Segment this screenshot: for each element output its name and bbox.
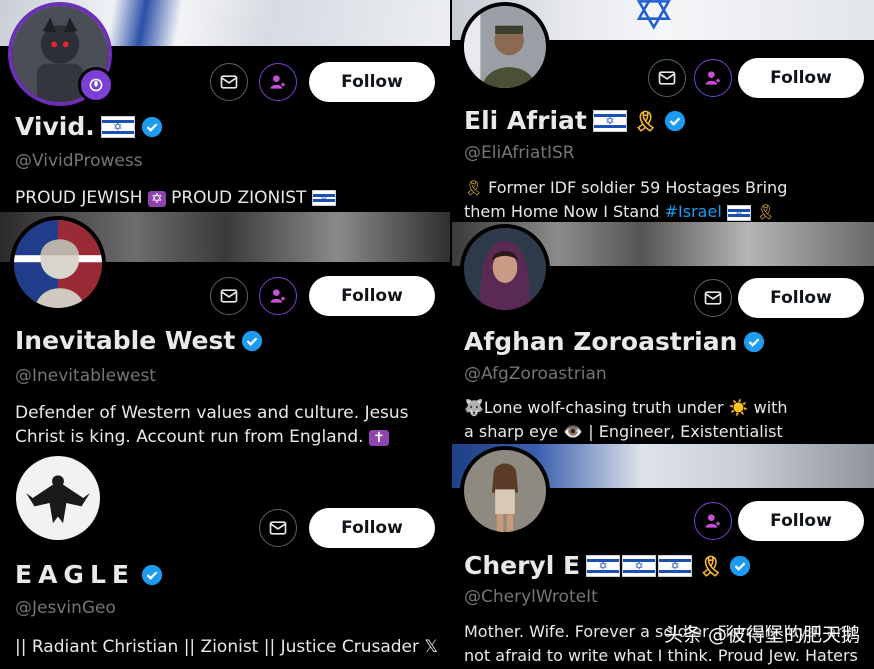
envelope-icon xyxy=(220,289,238,303)
person-star-icon xyxy=(705,514,721,528)
message-button[interactable] xyxy=(648,59,686,97)
bio-text: them Home Now I Stand xyxy=(464,202,665,221)
profile-avatar[interactable] xyxy=(460,2,550,92)
bio: 🎗 Former IDF soldier 59 Hostages Bring t… xyxy=(464,176,869,222)
verified-badge-icon xyxy=(141,116,163,138)
verified-badge-icon xyxy=(664,110,686,132)
verified-badge-icon xyxy=(141,564,163,586)
bio-text: not afraid to write what I think. Proud … xyxy=(464,646,858,665)
follow-button[interactable]: Follow xyxy=(738,278,864,318)
profile-card-afghan: Follow Afghan Zoroastrian @AfgZoroastria… xyxy=(452,222,874,444)
message-button[interactable] xyxy=(259,509,297,547)
israel-flag-icon: ✡ xyxy=(586,554,621,577)
profile-card-eli: ✡ Follow Eli Afriat ✡ 🎗 @EliAfriatISR 🎗 … xyxy=(452,0,874,222)
bio-text: Lone wolf-chasing truth under ☀️ with xyxy=(483,398,788,417)
display-name-text: Vivid. xyxy=(15,112,95,141)
yellow-ribbon-icon: 🎗 xyxy=(698,553,724,578)
handle: @VividProwess xyxy=(15,151,143,171)
profile-card-vivid: Follow Vivid. ✡ @VividProwess PROUD JEWI… xyxy=(0,0,450,212)
follow-button[interactable]: Follow xyxy=(738,501,864,541)
message-button[interactable] xyxy=(210,277,248,315)
spaces-badge xyxy=(78,67,114,103)
verified-badge-icon xyxy=(743,331,765,353)
yellow-ribbon-icon: 🎗 xyxy=(755,203,775,221)
bio: Defender of Western values and culture. … xyxy=(15,401,445,450)
handle: @Inevitablewest xyxy=(15,366,156,386)
display-name: Inevitable West xyxy=(15,326,263,355)
bio-text: Defender of Western values and culture. … xyxy=(15,403,409,423)
person-star-icon xyxy=(705,71,721,85)
message-button[interactable] xyxy=(210,63,248,101)
display-name-text: Inevitable West xyxy=(15,326,236,355)
bio: || Radiant Christian || Zionist || Justi… xyxy=(15,637,439,657)
display-name: Afghan Zoroastrian xyxy=(464,327,765,356)
bio-text: PROUD JEWISH xyxy=(15,188,148,208)
display-name: Cheryl E ✡ ✡ ✡ 🎗 xyxy=(464,551,751,580)
verified-badge-icon xyxy=(241,330,263,352)
envelope-icon xyxy=(658,71,676,85)
profile-avatar[interactable] xyxy=(460,446,550,536)
display-name-text: Eli Afriat xyxy=(464,106,587,135)
cross-icon: ✝ xyxy=(368,430,389,446)
profile-avatar[interactable] xyxy=(12,452,104,544)
israel-flag-icon: ✡ xyxy=(311,190,336,206)
envelope-icon xyxy=(269,521,287,535)
subscribe-button[interactable] xyxy=(259,63,297,101)
person-star-icon xyxy=(270,75,286,89)
follow-button[interactable]: Follow xyxy=(738,58,864,98)
israel-flag-icon: ✡ xyxy=(100,115,135,138)
envelope-icon xyxy=(704,291,722,305)
israel-flag-icon: ✡ xyxy=(726,204,751,221)
follow-button[interactable]: Follow xyxy=(309,62,435,102)
bio-text: a sharp eye 👁️ | Engineer, Existentialis… xyxy=(464,422,783,441)
yellow-ribbon-icon: 🎗 xyxy=(632,108,659,133)
display-name: EAGLE xyxy=(15,560,163,589)
yellow-ribbon-icon: 🎗 xyxy=(464,179,484,197)
bio: 🐺Lone wolf-chasing truth under ☀️ with a… xyxy=(464,396,869,444)
handle: @EliAfriatISR xyxy=(464,143,575,163)
bio-text: Christ is king. Account run from England… xyxy=(15,427,369,447)
display-name: Eli Afriat ✡ 🎗 xyxy=(464,106,686,135)
profile-avatar[interactable] xyxy=(10,216,106,312)
profile-card-inevitable: Follow Inevitable West @Inevitablewest D… xyxy=(0,212,450,452)
bio: PROUD JEWISH ✡ PROUD ZIONIST ✡ xyxy=(15,186,336,211)
envelope-icon xyxy=(220,75,238,89)
person-star-icon xyxy=(270,289,286,303)
hashtag-link[interactable]: #Israel xyxy=(665,202,722,221)
star-of-david-icon: ✡ xyxy=(147,191,166,207)
subscribe-button[interactable] xyxy=(259,277,297,315)
bio-text: Former IDF soldier 59 Hostages Bring xyxy=(483,178,788,197)
microphone-icon xyxy=(89,78,103,92)
bio-text: PROUD ZIONIST xyxy=(165,188,312,208)
display-name: Vivid. ✡ xyxy=(15,112,163,141)
handle: @CherylWroteIt xyxy=(464,587,598,607)
display-name-text: Cheryl E xyxy=(464,551,581,580)
verified-badge-icon xyxy=(729,555,751,577)
follow-button[interactable]: Follow xyxy=(309,508,435,548)
display-name-text: EAGLE xyxy=(15,560,135,589)
follow-button[interactable]: Follow xyxy=(309,276,435,316)
watermark-text: 头条 @彼得堡的肥天鹅 xyxy=(663,624,860,646)
profile-avatar[interactable] xyxy=(460,224,550,314)
profile-card-eagle: Follow EAGLE @JesvinGeo || Radiant Chris… xyxy=(0,452,450,669)
israel-flag-icon: ✡ xyxy=(622,554,657,577)
message-button[interactable] xyxy=(694,279,732,317)
israel-flag-icon: ✡ xyxy=(658,554,693,577)
handle: @AfgZoroastrian xyxy=(464,364,607,384)
handle: @JesvinGeo xyxy=(15,598,116,618)
israel-flag-icon: ✡ xyxy=(592,109,627,132)
subscribe-button[interactable] xyxy=(694,502,732,540)
star-of-david-icon: ✡ xyxy=(632,0,676,40)
wolf-icon: 🐺 xyxy=(464,398,484,417)
display-name-text: Afghan Zoroastrian xyxy=(464,327,738,356)
subscribe-button[interactable] xyxy=(694,59,732,97)
